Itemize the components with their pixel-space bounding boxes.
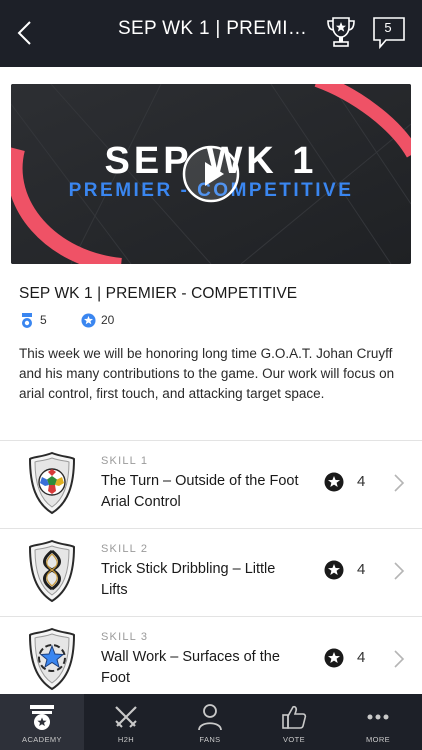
trophy-icon[interactable] [324, 14, 358, 50]
workout-description: This week we will be honoring long time … [19, 346, 395, 401]
person-icon [198, 704, 222, 731]
skill-row-1[interactable]: SKILL 1 The Turn – Outside of the Foot A… [0, 441, 422, 529]
messages-button[interactable]: 5 [372, 16, 408, 50]
chevron-right-icon [394, 650, 405, 668]
thumbs-up-icon [282, 705, 307, 729]
skill-name: The Turn – Outside of the Foot Arial Con… [101, 473, 299, 510]
chevron-right-icon [394, 562, 405, 580]
more-dots-icon [367, 714, 389, 720]
star-icon [324, 472, 344, 492]
nav-more[interactable]: MORE [336, 694, 420, 750]
back-arrow-icon[interactable] [14, 18, 36, 48]
nav-label: H2H [117, 735, 135, 744]
medal-icon [22, 313, 32, 328]
crossed-swords-icon [115, 706, 137, 728]
skill-row-3[interactable]: SKILL 3 Wall Work – Surfaces of the Foot… [0, 617, 422, 705]
nav-h2h[interactable]: H2H [84, 694, 168, 750]
star-badge-icon [81, 313, 96, 328]
nav-label: ACADEMY [22, 735, 62, 744]
page-title: SEP WK 1 | PREMIER... [118, 18, 314, 39]
nav-academy[interactable]: ACADEMY [0, 694, 84, 750]
skill-name: Wall Work – Surfaces of the Foot [101, 649, 280, 686]
skill-label: SKILL 3 [101, 631, 149, 643]
nav-label: VOTE [282, 735, 306, 744]
hero-video[interactable]: SEP WK 1 PREMIER - COMPETITIVE [11, 84, 411, 264]
laurel-shield-icon [28, 539, 76, 603]
star-icon [324, 648, 344, 668]
nav-label: FANS [199, 735, 221, 744]
skill-name: Trick Stick Dribbling – Little Lifts [101, 561, 276, 598]
skill-points: 4 [357, 473, 366, 490]
academy-icon [30, 705, 54, 730]
chevron-right-icon [394, 474, 405, 492]
workout-title: SEP WK 1 | PREMIER - COMPETITIVE [19, 285, 298, 302]
skill-label: SKILL 1 [101, 455, 149, 467]
skill-points: 4 [357, 649, 366, 666]
skill-row-2[interactable]: SKILL 2 Trick Stick Dribbling – Little L… [0, 529, 422, 617]
top-bar: SEP WK 1 | PREMIER... 5 [0, 0, 422, 67]
play-icon[interactable] [181, 144, 241, 204]
skill-points: 4 [357, 561, 366, 578]
star-shield-icon [28, 627, 76, 691]
skill-label: SKILL 2 [101, 543, 149, 555]
points-count: 20 [101, 313, 115, 327]
bottom-nav: ACADEMY H2H FANS VOTE MORE [0, 694, 422, 750]
soccer-ball-shield-icon [28, 451, 76, 515]
message-count: 5 [384, 20, 392, 35]
nav-fans[interactable]: FANS [168, 694, 252, 750]
nav-vote[interactable]: VOTE [252, 694, 336, 750]
skills-count: 5 [40, 313, 47, 327]
star-icon [324, 560, 344, 580]
nav-label: MORE [365, 735, 391, 744]
